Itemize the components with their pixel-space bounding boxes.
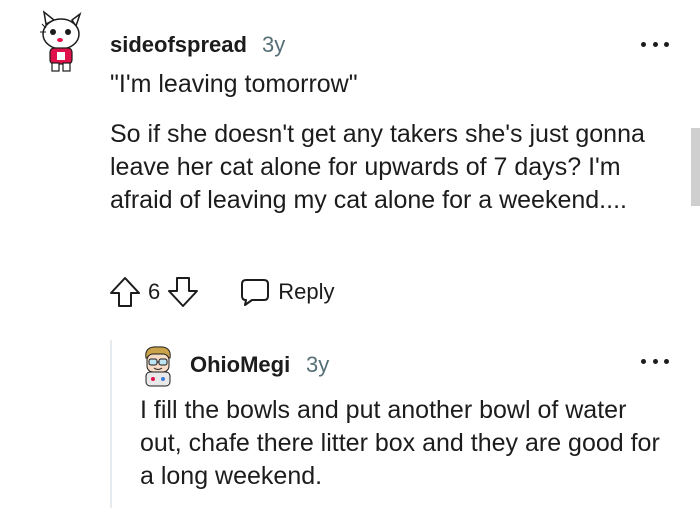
arrow-down-outline-icon	[168, 277, 199, 307]
glasses-avatar-icon	[145, 346, 171, 387]
reply-button[interactable]: Reply	[240, 277, 335, 307]
comment-author[interactable]: OhioMegi	[190, 352, 290, 378]
comment-action-bar: 6 Reply	[108, 275, 335, 309]
ellipsis-dot	[664, 358, 669, 364]
speech-bubble-icon	[241, 279, 270, 306]
reply-label: Reply	[278, 279, 335, 304]
ellipsis-dot	[641, 41, 646, 47]
comment-body-paragraph: I fill the bowls and put another bowl of…	[140, 396, 660, 490]
user-avatar[interactable]	[140, 344, 176, 388]
comment-ohiomegi: OhioMegi 3y I fill the bowls and put ano…	[0, 330, 700, 508]
comment-quote-paragraph: "I'm leaving tomorrow"	[110, 70, 358, 98]
ellipsis-dot	[652, 41, 658, 47]
upvote-button[interactable]	[108, 275, 142, 309]
ellipsis-dot	[641, 358, 646, 364]
arrow-up-outline-icon	[110, 277, 140, 307]
comment-age[interactable]: 3y	[306, 352, 329, 378]
vote-score: 6	[148, 279, 161, 304]
comment-sideofspread: sideofspread 3y "I'm leaving tomorrow" S…	[0, 0, 700, 330]
cat-avatar-icon	[40, 10, 82, 72]
downvote-button[interactable]	[166, 275, 200, 309]
scrollbar-thumb[interactable]	[691, 128, 700, 206]
more-options-button[interactable]	[641, 37, 669, 51]
comment-author[interactable]: sideofspread	[110, 32, 247, 58]
ellipsis-dot	[664, 41, 669, 47]
more-options-button[interactable]	[641, 354, 669, 368]
ellipsis-dot	[652, 358, 658, 364]
user-avatar[interactable]	[36, 10, 84, 74]
comment-age[interactable]: 3y	[262, 32, 285, 58]
comment-body-paragraph: So if she doesn't get any takers she's j…	[110, 120, 645, 214]
